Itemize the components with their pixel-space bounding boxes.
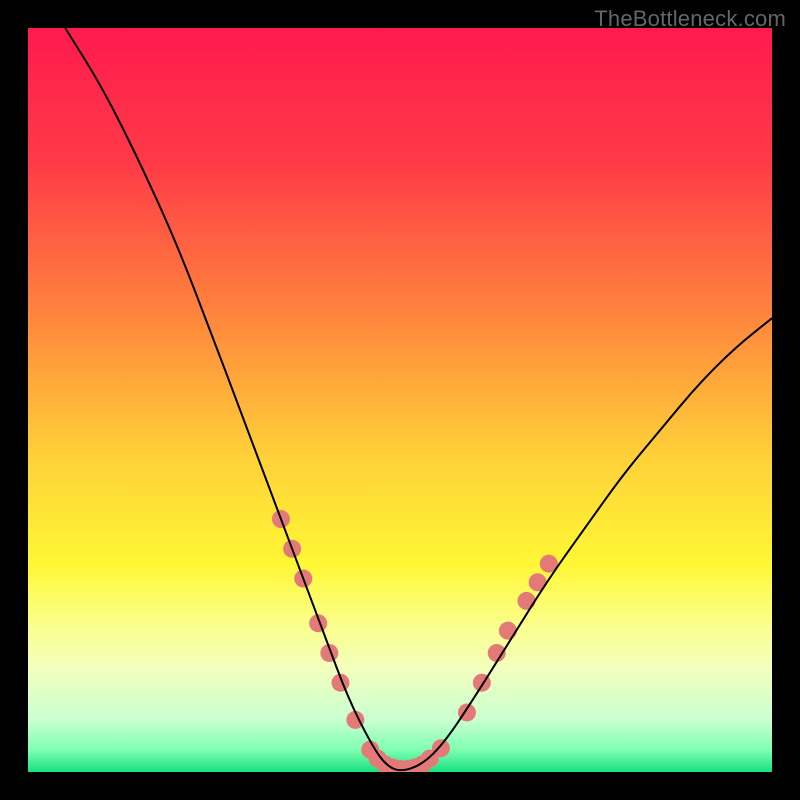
marker-dot: [517, 592, 535, 610]
watermark-text: TheBottleneck.com: [594, 6, 786, 32]
gradient-background: [28, 28, 772, 772]
marker-dot: [432, 739, 450, 757]
chart-svg: [28, 28, 772, 772]
plot-area: [28, 28, 772, 772]
chart-frame: TheBottleneck.com: [0, 0, 800, 800]
marker-dot: [499, 622, 517, 640]
